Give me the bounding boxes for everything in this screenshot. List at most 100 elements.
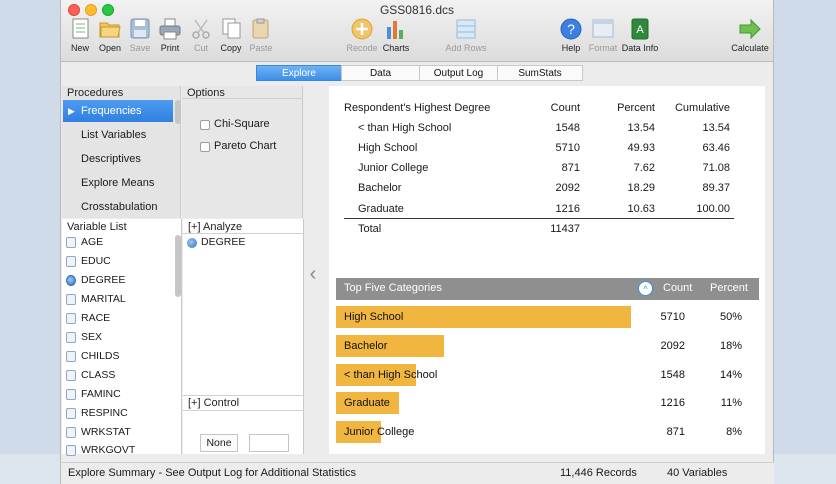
row-count: 1216 [555, 203, 580, 215]
charts-button[interactable]: Charts [371, 17, 421, 59]
procedure-label: Frequencies [81, 105, 142, 117]
help-glyph: ? [567, 21, 575, 37]
status-bar: Explore Summary - See Output Log for Add… [62, 462, 774, 484]
column-header-percent: Percent [617, 102, 655, 114]
divider [183, 233, 304, 234]
procedure-descriptives[interactable]: Descriptives [63, 148, 173, 170]
variable-item-respinc[interactable]: RESPINC [62, 404, 172, 423]
total-count: 11437 [550, 223, 580, 235]
options-panel: Options Chi-Square Pareto Chart [182, 86, 303, 218]
paste-button[interactable]: Paste [236, 17, 286, 59]
variable-item-degree[interactable]: DEGREE [62, 271, 172, 290]
top-five-count: 1548 [660, 369, 685, 381]
procedures-panel: Procedures ▶ Frequencies List Variables … [62, 86, 181, 218]
variable-item-race[interactable]: RACE [62, 309, 172, 328]
column-header-count: Count [550, 102, 580, 114]
none-button[interactable]: None [200, 434, 238, 452]
procedures-header: Procedures [67, 87, 124, 99]
variable-scale-icon [66, 294, 76, 305]
row-label: High School [358, 142, 418, 154]
divider [183, 410, 304, 411]
row-percent: 18.29 [627, 182, 655, 194]
variable-item-class[interactable]: CLASS [62, 366, 172, 385]
table-total-divider [344, 218, 734, 219]
variable-scale-icon [66, 445, 76, 456]
analyze-variable-degree[interactable]: DEGREE [201, 236, 245, 248]
variable-list-scrollbar[interactable] [175, 235, 181, 297]
status-summary: Explore Summary - See Output Log for Add… [68, 467, 356, 479]
top-five-percent: 8% [726, 426, 742, 438]
calculate-button[interactable]: Calculate [725, 17, 775, 59]
add-rows-button[interactable]: Add Rows [441, 17, 491, 59]
arrow-right-icon [739, 18, 761, 40]
collapse-up-icon[interactable]: ^ [638, 281, 653, 296]
variable-item-wrkgovt[interactable]: WRKGOVT [62, 441, 172, 460]
chi-square-label: Chi-Square [214, 118, 270, 130]
data-info-button[interactable]: A Data Info [615, 17, 665, 59]
tab-sumstats[interactable]: SumStats [497, 65, 583, 81]
variable-scale-icon [66, 427, 76, 438]
variable-item-wrkstat[interactable]: WRKSTAT [62, 423, 172, 442]
top-five-label: High School [344, 311, 404, 323]
top-five-percent: 14% [719, 369, 742, 381]
row-cumulative: 13.54 [702, 122, 730, 134]
top-five-percent: 18% [719, 340, 742, 352]
procedure-explore-means[interactable]: Explore Means [63, 172, 173, 194]
row-percent: 7.62 [633, 162, 655, 174]
variable-item-age[interactable]: AGE [62, 233, 172, 252]
procedures-scrollbar[interactable] [175, 100, 181, 124]
chi-square-checkbox[interactable] [200, 120, 210, 130]
collapse-panel-chevron-icon[interactable]: ‹ [306, 260, 320, 288]
row-count: 2092 [555, 182, 580, 194]
variable-label: MARITAL [81, 293, 126, 305]
add-rows-label: Add Rows [445, 43, 487, 53]
variable-item-faminc[interactable]: FAMINC [62, 385, 172, 404]
top-five-header: Top Five Categories ^ Count Percent [336, 278, 759, 300]
variable-label: WRKSTAT [81, 426, 131, 438]
divider [183, 395, 304, 396]
column-header-cumulative: Cumulative [674, 102, 730, 114]
procedure-crosstabulation[interactable]: Crosstabulation [63, 196, 173, 218]
analyze-panel: [+] Analyze DEGREE [+] Control None [183, 219, 304, 454]
procedure-list-variables[interactable]: List Variables [63, 124, 173, 146]
variable-item-educ[interactable]: EDUC [62, 252, 172, 271]
divider [182, 98, 303, 99]
variable-item-sex[interactable]: SEX [62, 328, 172, 347]
variable-label: CHILDS [81, 350, 120, 362]
status-records: 11,446 Records [560, 467, 637, 479]
tab-output-log[interactable]: Output Log [419, 65, 498, 81]
analyze-header[interactable]: [+] Analyze [188, 221, 242, 233]
top-five-label: Bachelor [344, 340, 388, 352]
data-info-icon: A [631, 18, 649, 40]
row-label: Graduate [358, 203, 404, 215]
row-cumulative: 100.00 [696, 203, 730, 215]
calculate-label: Calculate [731, 43, 769, 53]
top-five-percent: 50% [719, 311, 742, 323]
variable-categorical-icon [66, 275, 76, 286]
variable-scale-icon [66, 313, 76, 324]
variable-scale-icon [66, 389, 76, 400]
variable-item-marital[interactable]: MARITAL [62, 290, 172, 309]
tab-explore[interactable]: Explore [256, 65, 342, 81]
tab-data[interactable]: Data [341, 65, 420, 81]
control-header[interactable]: [+] Control [188, 397, 239, 409]
variable-list-header: Variable List [67, 221, 127, 233]
play-triangle-icon: ▶ [68, 106, 75, 116]
row-count: 871 [561, 162, 580, 174]
row-percent: 49.93 [627, 142, 655, 154]
data-info-glyph: A [636, 24, 644, 36]
top-five-label: < than High School [344, 369, 438, 381]
top-five-count: 2092 [660, 340, 685, 352]
top-five-count: 1216 [660, 397, 685, 409]
variable-scale-icon [66, 332, 76, 343]
bar-chart-icon [387, 21, 403, 39]
control-input[interactable] [249, 434, 289, 452]
top-five-count-header: Count [663, 282, 693, 294]
pareto-chart-label: Pareto Chart [214, 140, 277, 152]
clipboard-icon [252, 18, 269, 39]
variable-item-childs[interactable]: CHILDS [62, 347, 172, 366]
pareto-chart-checkbox[interactable] [200, 142, 210, 152]
variable-categorical-icon [187, 238, 197, 248]
procedure-frequencies[interactable]: ▶ Frequencies [63, 100, 173, 122]
row-cumulative: 71.08 [702, 162, 730, 174]
